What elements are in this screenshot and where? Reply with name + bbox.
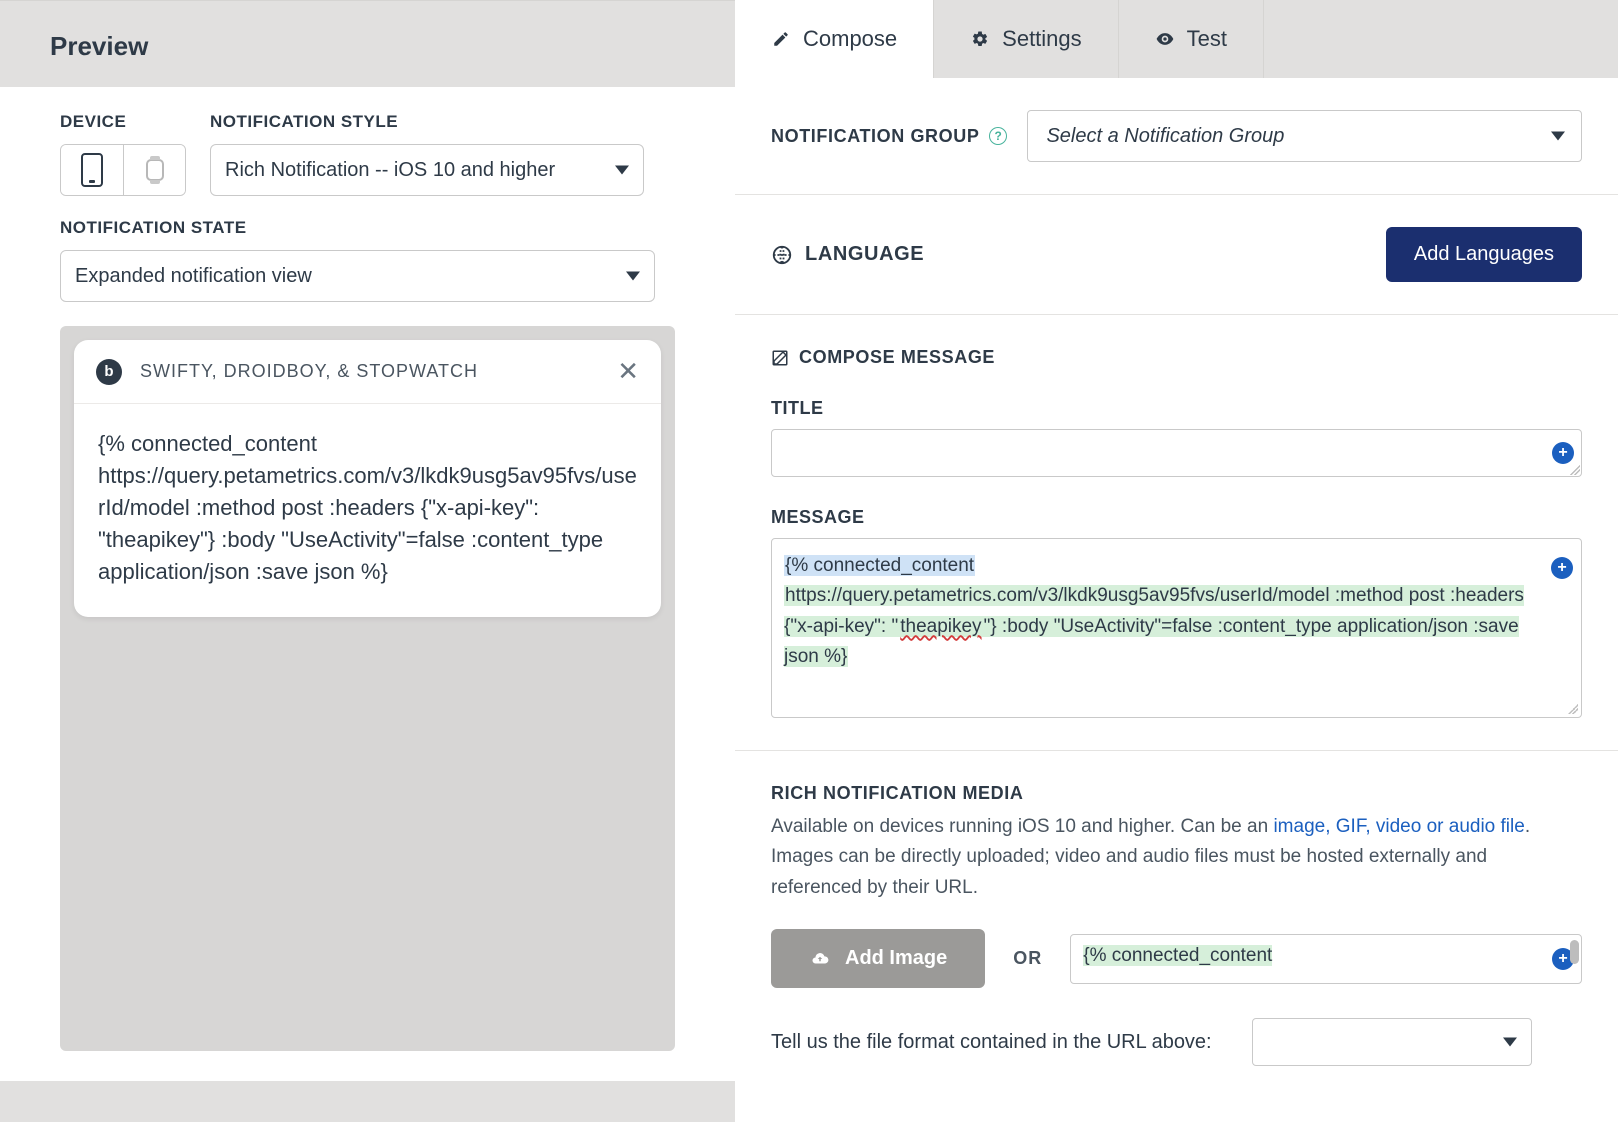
eye-icon <box>1155 29 1175 49</box>
preview-body-text: {% connected_content https://query.petam… <box>74 404 661 617</box>
device-toggle <box>60 144 186 196</box>
notification-preview-card: b SWIFTY, DROIDBOY, & STOPWATCH ✕ {% con… <box>74 340 661 617</box>
preview-pane: Preview DEVICE NOTIFICATION STYL <box>0 0 735 1122</box>
notification-style-label: NOTIFICATION STYLE <box>210 112 644 132</box>
notification-state-value: Expanded notification view <box>75 265 312 288</box>
help-icon[interactable]: ? <box>989 127 1007 145</box>
chevron-down-icon <box>1503 1038 1517 1047</box>
rich-media-link[interactable]: image, GIF, video or audio file <box>1273 816 1524 837</box>
message-textarea[interactable]: {% connected_content https://query.petam… <box>771 538 1582 718</box>
add-image-button[interactable]: Add Image <box>771 929 985 988</box>
device-watch-button[interactable] <box>123 145 185 195</box>
notification-state-label: NOTIFICATION STATE <box>60 218 675 238</box>
preview-canvas: b SWIFTY, DROIDBOY, & STOPWATCH ✕ {% con… <box>60 326 675 1051</box>
close-icon[interactable]: ✕ <box>617 356 639 387</box>
or-separator: OR <box>1013 948 1042 969</box>
add-languages-button[interactable]: Add Languages <box>1386 227 1582 282</box>
message-line2b: theapikey <box>899 616 982 637</box>
media-url-text: {% connected_content <box>1083 945 1272 966</box>
phone-icon <box>81 153 103 187</box>
tab-bar: Compose Settings Test <box>735 0 1618 78</box>
language-label: LANGUAGE <box>771 243 924 266</box>
device-phone-button[interactable] <box>61 145 123 195</box>
device-label: DEVICE <box>60 112 186 132</box>
chevron-down-icon <box>615 166 629 175</box>
tab-settings-label: Settings <box>1002 26 1082 52</box>
editor-pane: Compose Settings Test NOTIFICATION GROUP <box>735 0 1618 1122</box>
file-format-select[interactable] <box>1252 1018 1532 1066</box>
notification-group-placeholder: Select a Notification Group <box>1046 125 1284 148</box>
resize-handle-icon[interactable] <box>1570 465 1580 475</box>
title-input[interactable] <box>771 429 1582 477</box>
cloud-upload-icon <box>809 950 831 968</box>
file-format-label: Tell us the file format contained in the… <box>771 1031 1212 1054</box>
compose-message-header: COMPOSE MESSAGE <box>771 347 1582 368</box>
notification-group-label: NOTIFICATION GROUP ? <box>771 126 1007 147</box>
tab-test-label: Test <box>1187 26 1227 52</box>
notification-style-select[interactable]: Rich Notification -- iOS 10 and higher <box>210 144 644 196</box>
media-url-input[interactable]: {% connected_content <box>1070 934 1582 984</box>
notification-state-select[interactable]: Expanded notification view <box>60 250 655 302</box>
tab-compose-label: Compose <box>803 26 897 52</box>
pencil-icon <box>771 29 791 49</box>
title-label: TITLE <box>771 398 1582 419</box>
tab-settings[interactable]: Settings <box>934 0 1119 78</box>
preview-title: Preview <box>50 31 685 62</box>
app-name: SWIFTY, DROIDBOY, & STOPWATCH <box>140 361 617 382</box>
tab-compose[interactable]: Compose <box>735 0 934 78</box>
scrollbar-thumb[interactable] <box>1570 940 1579 964</box>
rich-media-description: Available on devices running iOS 10 and … <box>771 812 1582 903</box>
notification-group-select[interactable]: Select a Notification Group <box>1027 110 1582 162</box>
message-label: MESSAGE <box>771 507 1582 528</box>
resize-handle-icon[interactable] <box>1568 704 1578 714</box>
gear-icon <box>970 29 990 49</box>
rich-media-header: RICH NOTIFICATION MEDIA <box>771 783 1582 804</box>
title-insert-button[interactable]: + <box>1552 442 1574 464</box>
globe-icon <box>771 244 793 266</box>
chevron-down-icon <box>626 272 640 281</box>
app-icon: b <box>96 359 122 385</box>
tab-test[interactable]: Test <box>1119 0 1264 78</box>
message-insert-button[interactable]: + <box>1551 557 1573 579</box>
message-line1: {% connected_content <box>784 555 975 576</box>
notification-style-value: Rich Notification -- iOS 10 and higher <box>225 159 555 182</box>
edit-icon <box>771 349 789 367</box>
watch-icon <box>146 159 164 181</box>
chevron-down-icon <box>1551 132 1565 141</box>
